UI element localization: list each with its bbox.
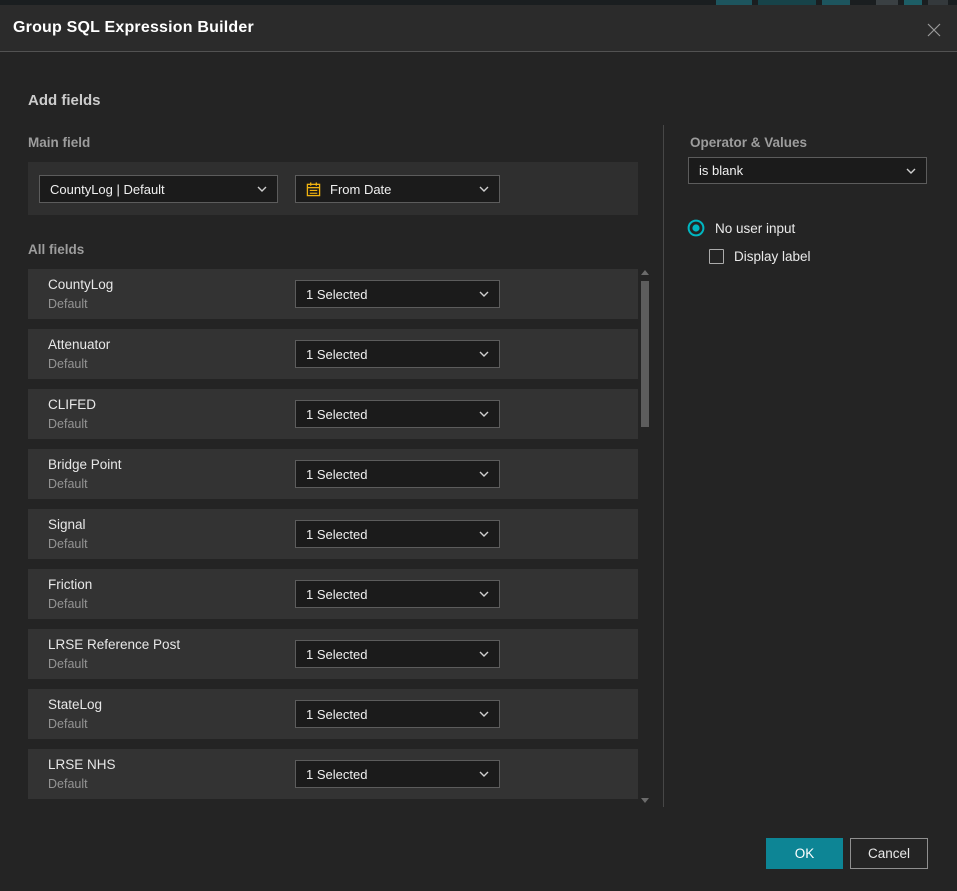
field-row: Attenuator Default 1 Selected	[28, 329, 638, 379]
chevron-down-icon	[906, 168, 916, 174]
field-selection-value: 1 Selected	[306, 467, 471, 482]
field-name: CLIFED	[48, 397, 96, 412]
field-name: Signal	[48, 517, 86, 532]
chevron-down-icon	[479, 186, 489, 192]
field-name: CountyLog	[48, 277, 113, 292]
field-selection-dropdown[interactable]: 1 Selected	[295, 520, 500, 548]
chevron-down-icon	[479, 651, 489, 657]
field-selection-dropdown[interactable]: 1 Selected	[295, 280, 500, 308]
chevron-down-icon	[479, 411, 489, 417]
chevron-down-icon	[479, 711, 489, 717]
field-type: Default	[48, 597, 88, 611]
chevron-down-icon	[479, 291, 489, 297]
field-type: Default	[48, 717, 88, 731]
field-selection-dropdown[interactable]: 1 Selected	[295, 640, 500, 668]
close-icon[interactable]	[923, 19, 945, 41]
main-field-container: CountyLog | Default From Date	[28, 162, 638, 215]
layer-dropdown-value: CountyLog | Default	[50, 182, 249, 197]
ok-button[interactable]: OK	[766, 838, 843, 869]
field-type: Default	[48, 357, 88, 371]
chevron-down-icon	[479, 471, 489, 477]
field-name: Friction	[48, 577, 92, 592]
chevron-down-icon	[479, 351, 489, 357]
field-row: LRSE Reference Post Default 1 Selected	[28, 629, 638, 679]
field-row: StateLog Default 1 Selected	[28, 689, 638, 739]
field-selection-value: 1 Selected	[306, 407, 471, 422]
field-row: Friction Default 1 Selected	[28, 569, 638, 619]
field-type: Default	[48, 537, 88, 551]
operator-dropdown-value: is blank	[699, 163, 898, 178]
group-sql-expression-builder-dialog: Group SQL Expression Builder Add fields …	[0, 5, 957, 891]
date-field-dropdown[interactable]: From Date	[295, 175, 500, 203]
field-name: LRSE NHS	[48, 757, 116, 772]
dialog-title: Group SQL Expression Builder	[13, 19, 254, 37]
scrollbar-thumb[interactable]	[641, 281, 649, 427]
chevron-down-icon	[479, 771, 489, 777]
add-fields-heading: Add fields	[28, 92, 101, 109]
main-field-heading: Main field	[28, 135, 90, 150]
no-user-input-radio[interactable]: No user input	[687, 219, 795, 237]
field-type: Default	[48, 297, 88, 311]
field-selection-value: 1 Selected	[306, 587, 471, 602]
display-label-checkbox[interactable]: Display label	[709, 249, 811, 264]
checkbox-unchecked-icon	[709, 249, 724, 264]
field-type: Default	[48, 777, 88, 791]
field-row: Bridge Point Default 1 Selected	[28, 449, 638, 499]
dialog-header: Group SQL Expression Builder	[0, 5, 957, 52]
no-user-input-label: No user input	[715, 221, 795, 236]
field-row: CLIFED Default 1 Selected	[28, 389, 638, 439]
chevron-down-icon	[479, 531, 489, 537]
field-selection-value: 1 Selected	[306, 527, 471, 542]
field-selection-value: 1 Selected	[306, 767, 471, 782]
field-selection-value: 1 Selected	[306, 707, 471, 722]
field-selection-value: 1 Selected	[306, 647, 471, 662]
scrollbar-down-icon[interactable]	[641, 798, 649, 803]
display-label-text: Display label	[734, 249, 811, 264]
scrollbar-up-icon[interactable]	[641, 270, 649, 275]
field-name: StateLog	[48, 697, 102, 712]
field-selection-dropdown[interactable]: 1 Selected	[295, 760, 500, 788]
operator-dropdown[interactable]: is blank	[688, 157, 927, 184]
field-name: LRSE Reference Post	[48, 637, 180, 652]
field-selection-dropdown[interactable]: 1 Selected	[295, 700, 500, 728]
list-scrollbar[interactable]	[638, 267, 651, 808]
date-field-dropdown-value: From Date	[330, 182, 471, 197]
field-selection-value: 1 Selected	[306, 347, 471, 362]
cancel-button[interactable]: Cancel	[850, 838, 928, 869]
operator-values-heading: Operator & Values	[690, 135, 807, 150]
chevron-down-icon	[479, 591, 489, 597]
all-fields-heading: All fields	[28, 242, 84, 257]
field-selection-dropdown[interactable]: 1 Selected	[295, 400, 500, 428]
field-type: Default	[48, 477, 88, 491]
field-row: Signal Default 1 Selected	[28, 509, 638, 559]
radio-selected-icon	[687, 219, 705, 237]
field-selection-dropdown[interactable]: 1 Selected	[295, 340, 500, 368]
layer-dropdown[interactable]: CountyLog | Default	[39, 175, 278, 203]
field-row: CountyLog Default 1 Selected	[28, 269, 638, 319]
field-selection-dropdown[interactable]: 1 Selected	[295, 580, 500, 608]
field-type: Default	[48, 657, 88, 671]
field-row: LRSE NHS Default 1 Selected	[28, 749, 638, 799]
panel-divider	[663, 125, 664, 807]
chevron-down-icon	[257, 186, 267, 192]
field-type: Default	[48, 417, 88, 431]
field-selection-dropdown[interactable]: 1 Selected	[295, 460, 500, 488]
calendar-icon	[306, 182, 321, 197]
field-selection-value: 1 Selected	[306, 287, 471, 302]
field-name: Bridge Point	[48, 457, 122, 472]
field-name: Attenuator	[48, 337, 110, 352]
